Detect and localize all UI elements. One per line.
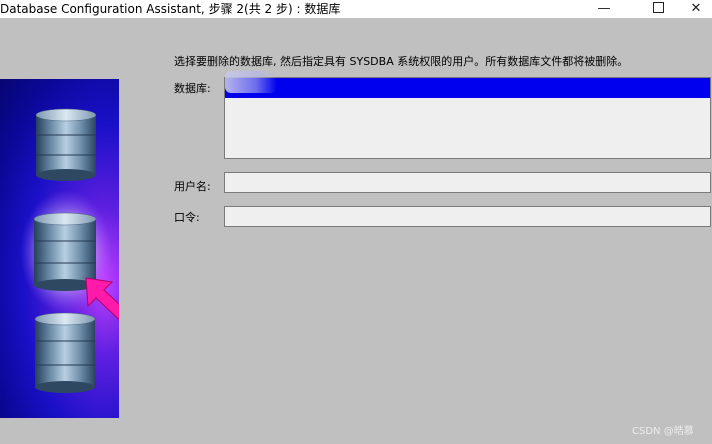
database-list-selected-row[interactable] xyxy=(225,78,710,98)
database-cylinder-icon xyxy=(34,312,96,393)
database-cylinder-icon xyxy=(35,108,97,181)
password-input[interactable] xyxy=(224,206,711,227)
title-bar: Database Configuration Assistant, 步骤 2(共… xyxy=(0,0,712,18)
watermark: CSDN @皓慕 xyxy=(632,426,694,437)
window-title: Database Configuration Assistant, 步骤 2(共… xyxy=(0,2,341,16)
database-list[interactable] xyxy=(224,71,711,159)
wizard-graphic-panel xyxy=(0,79,119,418)
close-button[interactable]: ✕ xyxy=(680,0,712,18)
maximize-button[interactable] xyxy=(638,0,678,18)
username-input[interactable] xyxy=(224,172,711,193)
database-label: 数据库: xyxy=(174,82,211,95)
username-label: 用户名: xyxy=(174,180,211,193)
password-label: 口令: xyxy=(174,211,200,224)
database-illustration xyxy=(20,108,119,393)
maximize-icon xyxy=(652,1,664,13)
database-name-blur xyxy=(225,71,277,93)
minimize-button[interactable]: — xyxy=(584,0,624,18)
instruction-text: 选择要删除的数据库, 然后指定具有 SYSDBA 系统权限的用户。所有数据库文件… xyxy=(174,55,629,68)
